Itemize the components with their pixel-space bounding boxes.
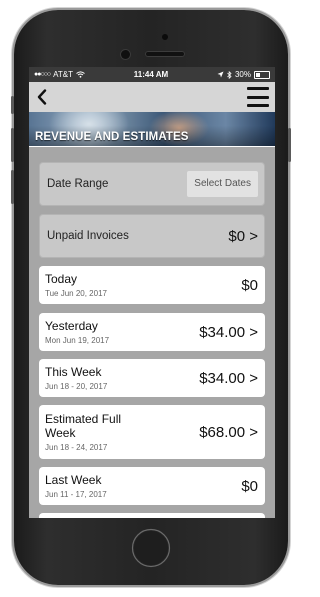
volume-up-button xyxy=(11,128,14,162)
unpaid-invoices-value: $0 > xyxy=(228,227,258,245)
page-title: REVENUE AND ESTIMATES xyxy=(35,131,189,143)
location-arrow-icon xyxy=(217,71,224,78)
power-button xyxy=(288,128,291,162)
hamburger-menu-icon xyxy=(247,87,269,90)
row-title: Today xyxy=(45,272,78,286)
app-screen: ●●○○○ AT&T 11:44 AM 30% REVENUE AND ESTI… xyxy=(29,67,275,518)
row-date: Jun 11 - 17, 2017 xyxy=(45,490,107,499)
signal-icon: ●●○○○ xyxy=(34,71,51,78)
volume-down-button xyxy=(11,170,14,204)
date-range-card: Date Range Select Dates xyxy=(39,162,265,206)
hamburger-bar xyxy=(247,95,269,99)
status-time: 11:44 AM xyxy=(133,70,169,79)
top-sensor xyxy=(162,34,168,40)
front-camera xyxy=(121,50,130,59)
row-amount: $34.00 > xyxy=(199,323,258,341)
header-banner: REVENUE AND ESTIMATES xyxy=(29,112,275,147)
revenue-row-yesterday[interactable]: Yesterday Mon Jun 19, 2017 $34.00 > xyxy=(39,313,265,351)
date-range-label: Date Range xyxy=(47,178,109,190)
revenue-row-estimated-full-week[interactable]: Estimated Full Week Jun 18 - 24, 2017 $6… xyxy=(39,405,265,459)
revenue-row-today: Today Tue Jun 20, 2017 $0 xyxy=(39,266,265,304)
menu-button[interactable] xyxy=(247,87,269,107)
revenue-row-partial xyxy=(39,513,265,518)
wifi-icon xyxy=(76,71,85,78)
battery-icon xyxy=(254,70,270,79)
row-title: This Week xyxy=(45,365,102,379)
row-date: Jun 18 - 24, 2017 xyxy=(45,443,108,452)
row-amount: $68.00 > xyxy=(199,423,258,441)
unpaid-invoices-label: Unpaid Invoices xyxy=(47,230,129,242)
row-amount: $0 xyxy=(241,477,258,495)
select-dates-button[interactable]: Select Dates xyxy=(187,171,258,197)
battery-percent: 30% xyxy=(234,70,251,79)
nav-bar xyxy=(29,82,275,112)
row-amount: $34.00 > xyxy=(199,369,258,387)
row-date: Mon Jun 19, 2017 xyxy=(45,336,110,345)
row-amount: $0 xyxy=(241,276,258,294)
back-button[interactable] xyxy=(33,86,51,108)
revenue-row-last-week: Last Week Jun 11 - 17, 2017 $0 xyxy=(39,467,265,505)
row-title: Yesterday xyxy=(45,319,98,333)
revenue-row-this-week[interactable]: This Week Jun 18 - 20, 2017 $34.00 > xyxy=(39,359,265,397)
earpiece-speaker xyxy=(145,51,185,57)
back-chevron-icon xyxy=(37,89,47,105)
status-bar: ●●○○○ AT&T 11:44 AM 30% xyxy=(29,67,275,82)
row-date: Tue Jun 20, 2017 xyxy=(45,289,107,298)
row-date: Jun 18 - 20, 2017 xyxy=(45,382,108,391)
mute-switch xyxy=(11,96,14,114)
row-title: Estimated Full Week xyxy=(45,412,122,440)
carrier-label: AT&T xyxy=(53,70,73,79)
row-title: Last Week xyxy=(45,473,102,487)
unpaid-invoices-row[interactable]: Unpaid Invoices $0 > xyxy=(39,214,265,258)
bluetooth-icon xyxy=(227,70,232,79)
home-button[interactable] xyxy=(131,528,171,568)
hamburger-bar xyxy=(247,104,269,107)
